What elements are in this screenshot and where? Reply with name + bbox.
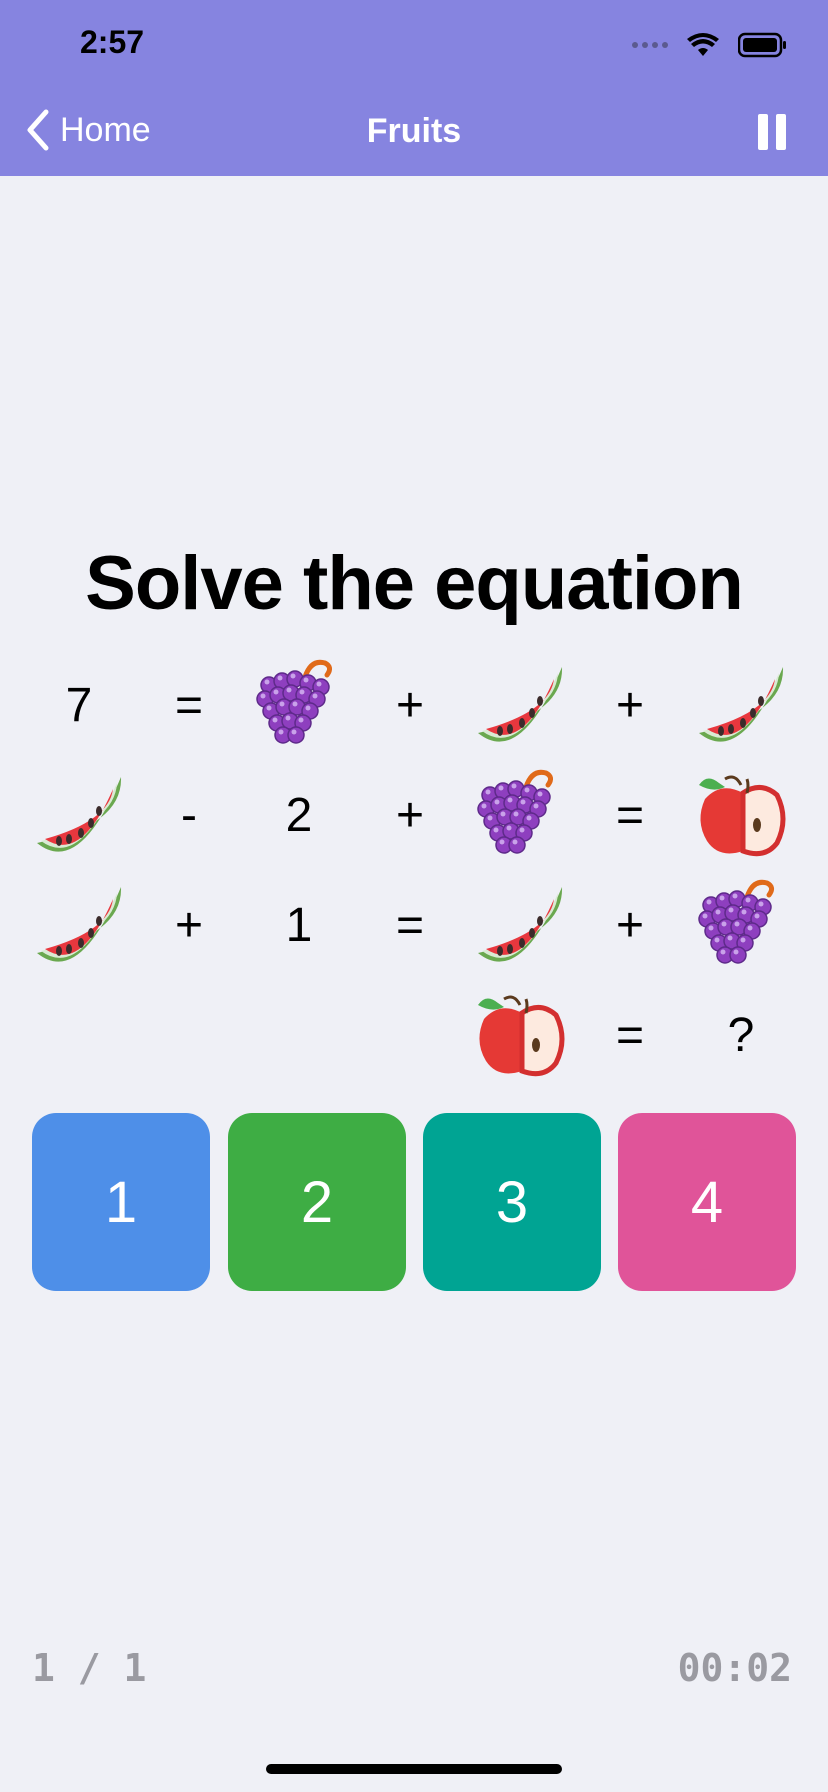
home-indicator: [266, 1764, 562, 1774]
equation-operator: -: [181, 788, 197, 842]
timer: 00:02: [677, 1646, 792, 1690]
equation-operator: =: [395, 898, 425, 952]
apple-icon: [686, 760, 796, 870]
status-icons: [632, 28, 788, 62]
equation-operator: +: [395, 788, 425, 842]
wifi-icon: [687, 33, 719, 56]
status-time: 2:57: [80, 24, 145, 60]
equation-row: +1 = +: [24, 870, 804, 980]
grapes-icon: [244, 650, 354, 760]
app: 2:57 Home Fruits Solve the equation 7 = …: [0, 0, 828, 1792]
watermelon-icon: [465, 650, 575, 760]
pause-icon: [758, 114, 768, 150]
equation-row: =?: [24, 980, 804, 1090]
equation-operator: +: [174, 898, 204, 952]
equation-operator: =: [174, 678, 204, 732]
answer-button-2[interactable]: 2: [228, 1113, 406, 1291]
equation-operator: =: [615, 788, 645, 842]
battery-icon: [738, 32, 786, 58]
answer-options: 1234: [32, 1113, 796, 1291]
answer-button-3[interactable]: 3: [423, 1113, 601, 1291]
answer-button-1[interactable]: 1: [32, 1113, 210, 1291]
equation-operator: +: [395, 678, 425, 732]
cellular-signal-icon: [632, 42, 668, 48]
equation-grid: 7 = + + - 2 + = +1 = + =?: [24, 650, 804, 1090]
watermelon-icon: [465, 870, 575, 980]
navigation-header: 2:57 Home Fruits: [0, 0, 828, 176]
equation-row: - 2 + =: [24, 760, 804, 870]
equation-number: 2: [285, 788, 313, 842]
equation-number: 7: [65, 678, 93, 732]
equation-operator: =: [615, 1008, 645, 1062]
pause-button[interactable]: [758, 114, 786, 150]
page-title: Fruits: [366, 112, 462, 150]
equation-operator: +: [615, 898, 645, 952]
puzzle-heading: Solve the equation: [85, 541, 744, 626]
watermelon-icon: [686, 650, 796, 760]
watermelon-icon: [24, 760, 134, 870]
apple-icon: [465, 980, 575, 1090]
question-progress: 1 / 1: [32, 1646, 147, 1690]
answer-button-4[interactable]: 4: [618, 1113, 796, 1291]
grapes-icon: [686, 870, 796, 980]
watermelon-icon: [24, 870, 134, 980]
equation-operator: +: [615, 678, 645, 732]
equation-number: 1: [285, 898, 313, 952]
equation-number: ?: [727, 1008, 755, 1062]
equation-row: 7 = + +: [24, 650, 804, 760]
grapes-icon: [465, 760, 575, 870]
